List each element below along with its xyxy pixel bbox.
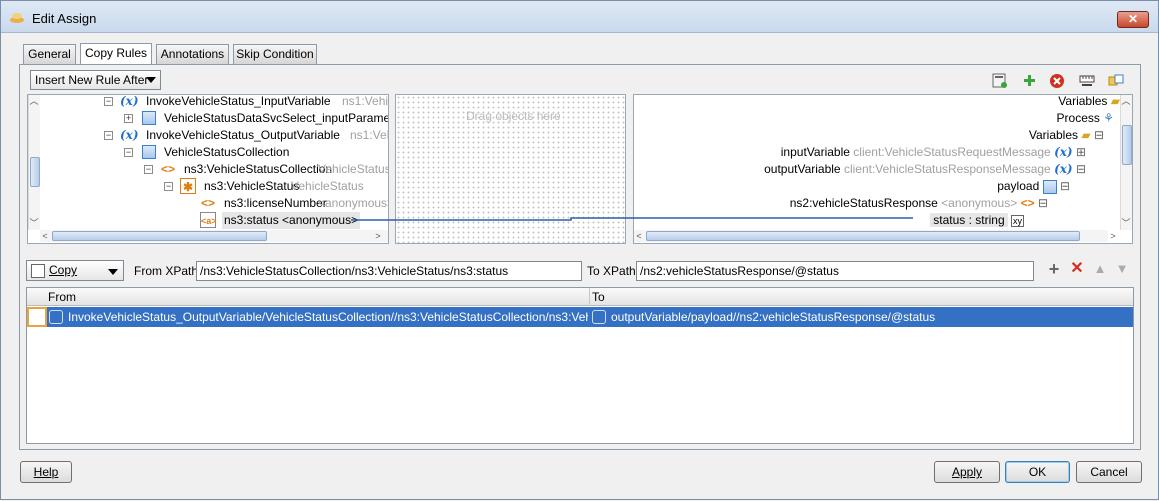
column-to[interactable]: To [590,288,1133,306]
help-button-label: Help [33,465,59,479]
copy-type-dropdown[interactable]: Copy [26,260,124,281]
variable-path-icon [49,310,63,324]
table-row[interactable]: InvokeVehicleStatus_OutputVariable/Vehic… [27,307,1133,327]
edit-assign-dialog: Edit Assign ✕ General Copy Rules Annotat… [0,0,1159,500]
from-xpath-label: From XPath: [134,264,202,278]
copy-type-label: Copy [49,263,78,277]
ok-button[interactable]: OK [1005,461,1070,483]
table-header: From To [27,288,1133,306]
cancel-button[interactable]: Cancel [1076,461,1142,483]
chevron-down-icon [108,269,118,275]
from-xpath-input[interactable]: /ns3:VehicleStatusCollection/ns3:Vehicle… [196,261,582,281]
move-up-icon[interactable]: ▲ [1092,261,1108,277]
delete-rule-icon[interactable]: ✕ [1069,261,1085,277]
add-rule-icon[interactable]: + [1046,260,1062,278]
row-to-cell: outputVariable/payload//ns2:vehicleStatu… [611,310,936,324]
move-down-icon[interactable]: ▼ [1114,261,1130,277]
variable-path-icon [592,310,606,324]
copy-rules-table[interactable]: From To InvokeVehicleStatus_OutputVariab… [26,287,1134,444]
column-from[interactable]: From [27,288,590,306]
row-from-cell: InvokeVehicleStatus_OutputVariable/Vehic… [68,310,588,324]
apply-button[interactable]: Apply [934,461,1000,483]
to-xpath-input[interactable]: /ns2:vehicleStatusResponse/@status [636,261,1034,281]
help-button[interactable]: Help [20,461,72,483]
to-xpath-label: To XPath: [587,264,640,278]
row-copy-icon [27,307,47,327]
copy-rule-icon [31,264,45,278]
apply-button-label: Apply [951,465,983,479]
